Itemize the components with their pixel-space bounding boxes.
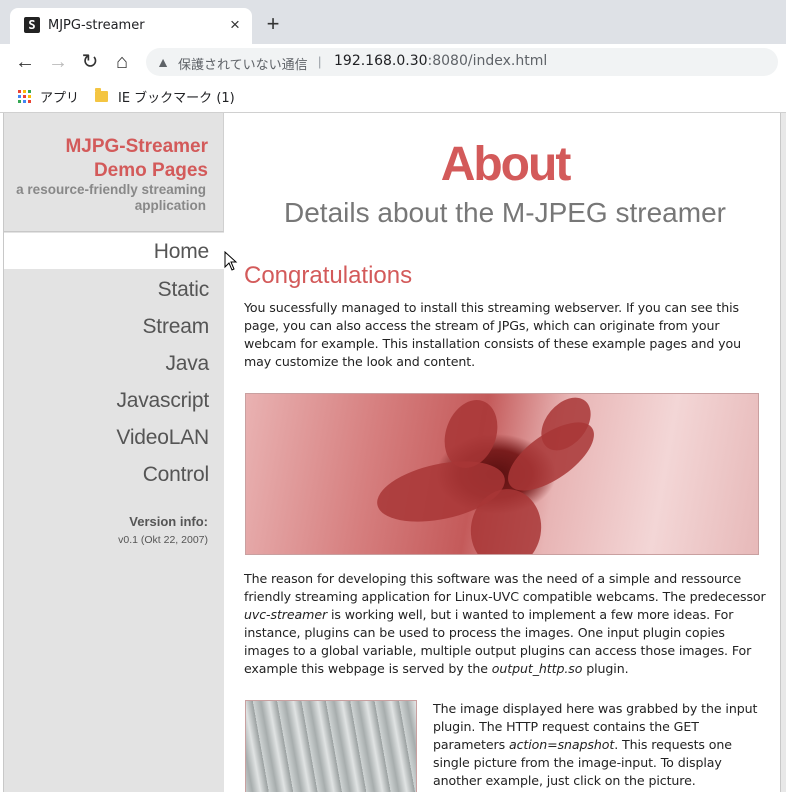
close-tab-icon[interactable]: × [226, 16, 244, 34]
apps-grid-icon [18, 90, 31, 103]
page-subtitle: Details about the M-JPEG streamer [284, 197, 726, 228]
intro-paragraph: You sucessfully managed to install this … [244, 300, 741, 369]
nav-item-videolan[interactable]: VideoLAN [4, 419, 224, 456]
version-info: Version info: v0.1 (Okt 22, 2007) [118, 514, 208, 546]
sidebar-header: MJPG-Streamer Demo Pages a resource-frie… [4, 113, 224, 232]
new-tab-icon[interactable]: + [262, 13, 284, 35]
main-content: About Details about the M-JPEG streamer … [225, 113, 780, 792]
page-title: About [440, 138, 572, 191]
bookmark-label: IE ブックマーク (1) [118, 91, 235, 106]
nav-item-static[interactable]: Static [4, 271, 224, 308]
tab-title: MJPG-streamer [48, 18, 145, 33]
web-page: MJPG-Streamer Demo Pages a resource-frie… [0, 113, 786, 792]
nav-item-control[interactable]: Control [4, 456, 224, 493]
nav-item-stream[interactable]: Stream [4, 308, 224, 345]
mouse-cursor-icon [224, 251, 238, 271]
text-run: The reason for developing this software … [244, 571, 766, 604]
version-value: v0.1 (Okt 22, 2007) [118, 534, 208, 546]
reload-icon[interactable]: ↻ [78, 50, 102, 74]
separator: | [318, 54, 322, 69]
bookmark-apps[interactable]: アプリ [18, 87, 79, 106]
url-text[interactable]: 192.168.0.30:8080/index.html [334, 53, 547, 69]
browser-tab[interactable]: S MJPG-streamer × [10, 8, 252, 44]
emphasis-text: output_http.so [491, 661, 583, 676]
warning-icon[interactable]: ▲ [154, 53, 172, 71]
nav-item-java[interactable]: Java [4, 345, 224, 382]
sidebar: MJPG-Streamer Demo Pages a resource-frie… [3, 113, 224, 792]
site-title-line: Demo Pages [93, 160, 208, 181]
home-icon[interactable]: ⌂ [110, 50, 134, 74]
emphasis-text: uvc-streamer [244, 607, 328, 622]
sidebar-nav: Home Static Stream Java Javascript Video… [4, 233, 224, 493]
flower-banner-image [245, 393, 759, 555]
reason-paragraph: The reason for developing this software … [244, 570, 769, 678]
bookmark-label: アプリ [40, 91, 80, 106]
forward-arrow-icon[interactable]: → [46, 50, 70, 74]
site-subtitle: a resource-friendly streaming applicatio… [0, 182, 206, 214]
browser-toolbar: ← → ↻ ⌂ ▲ 保護されていない通信 | 192.168.0.30:8080… [0, 44, 786, 80]
webcam-snapshot-image[interactable] [245, 700, 417, 792]
site-title: MJPG-Streamer Demo Pages [8, 135, 208, 183]
site-subtitle-line: a resource-friendly streaming [16, 182, 206, 197]
url-path: :8080/index.html [427, 53, 548, 69]
snapshot-paragraph: The image displayed here was grabbed by … [433, 700, 763, 790]
back-arrow-icon[interactable]: ← [13, 50, 37, 74]
bookmarks-bar: アプリ IE ブックマーク (1) [0, 80, 786, 113]
bookmark-folder-ie[interactable]: IE ブックマーク (1) [95, 87, 235, 106]
text-run: plugin. [582, 661, 629, 676]
tab-strip: S MJPG-streamer × + [0, 0, 786, 44]
nav-item-home[interactable]: Home [4, 233, 224, 269]
security-status[interactable]: 保護されていない通信 [178, 54, 308, 73]
url-host: 192.168.0.30 [334, 53, 428, 69]
nav-item-javascript[interactable]: Javascript [4, 382, 224, 419]
folder-icon [95, 88, 108, 102]
site-title-line: MJPG-Streamer [65, 136, 208, 157]
site-subtitle-line: application [134, 198, 206, 213]
favicon-icon: S [24, 17, 40, 33]
version-label: Version info: [129, 514, 208, 529]
address-bar[interactable]: ▲ 保護されていない通信 | 192.168.0.30:8080/index.h… [146, 48, 778, 76]
page-border [780, 113, 786, 792]
emphasis-text: action=snapshot [508, 737, 615, 752]
section-title: Congratulations [244, 262, 413, 289]
